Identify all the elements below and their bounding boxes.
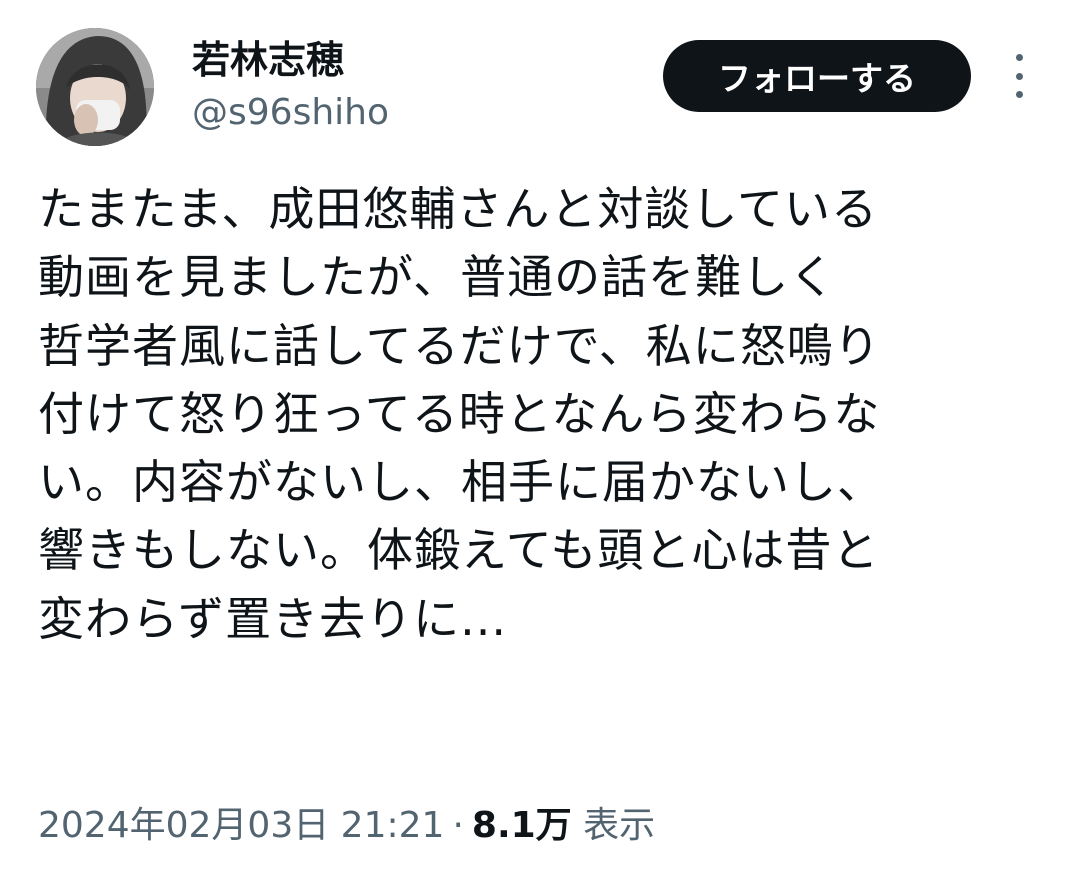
more-vertical-icon[interactable] — [1004, 54, 1034, 98]
more-dot — [1015, 72, 1023, 80]
tweet-meta: 2024年02月03日 21:21 · 8.1万 表示 — [38, 800, 655, 852]
tweet-timestamp[interactable]: 2024年02月03日 21:21 — [38, 805, 444, 846]
tweet-text-line: 変わらず置き去りに... — [38, 591, 507, 646]
author-display-name[interactable]: 若林志穂 — [192, 36, 389, 84]
author-handle[interactable]: @s96shiho — [192, 90, 389, 136]
follow-button[interactable]: フォローする — [663, 40, 971, 112]
tweet-text-line: 動画を見ましたが、普通の話を難しく — [38, 250, 837, 305]
tweet-header: 若林志穂 @s96shiho フォローする — [36, 28, 1046, 148]
views-count[interactable]: 8.1万 — [472, 805, 572, 846]
meta-separator: · — [452, 805, 464, 846]
tweet-text: たまたま、成田悠輔さんと対談している 動画を見ましたが、普通の話を難しく 哲学者… — [38, 175, 1048, 653]
avatar-image — [36, 28, 154, 146]
views-label: 表示 — [583, 805, 656, 846]
more-dot — [1015, 54, 1023, 61]
tweet-text-line: 付けて怒り狂ってる時となんら変わらな — [38, 386, 881, 441]
tweet-text-line: 哲学者風に話してるだけで、私に怒鳴り — [38, 318, 881, 373]
tweet-card: 若林志穂 @s96shiho フォローする たまたま、成田悠輔さんと対談している… — [0, 0, 1080, 871]
tweet-text-line: い。内容がないし、相手に届かないし、 — [38, 455, 884, 510]
author-avatar[interactable] — [36, 28, 154, 146]
author-names: 若林志穂 @s96shiho — [192, 36, 389, 136]
tweet-text-line: 響きもしない。体鍛えても頭と心は昔と — [38, 523, 880, 578]
tweet-text-line: たまたま、成田悠輔さんと対談している — [38, 182, 879, 236]
more-dot — [1015, 91, 1023, 98]
